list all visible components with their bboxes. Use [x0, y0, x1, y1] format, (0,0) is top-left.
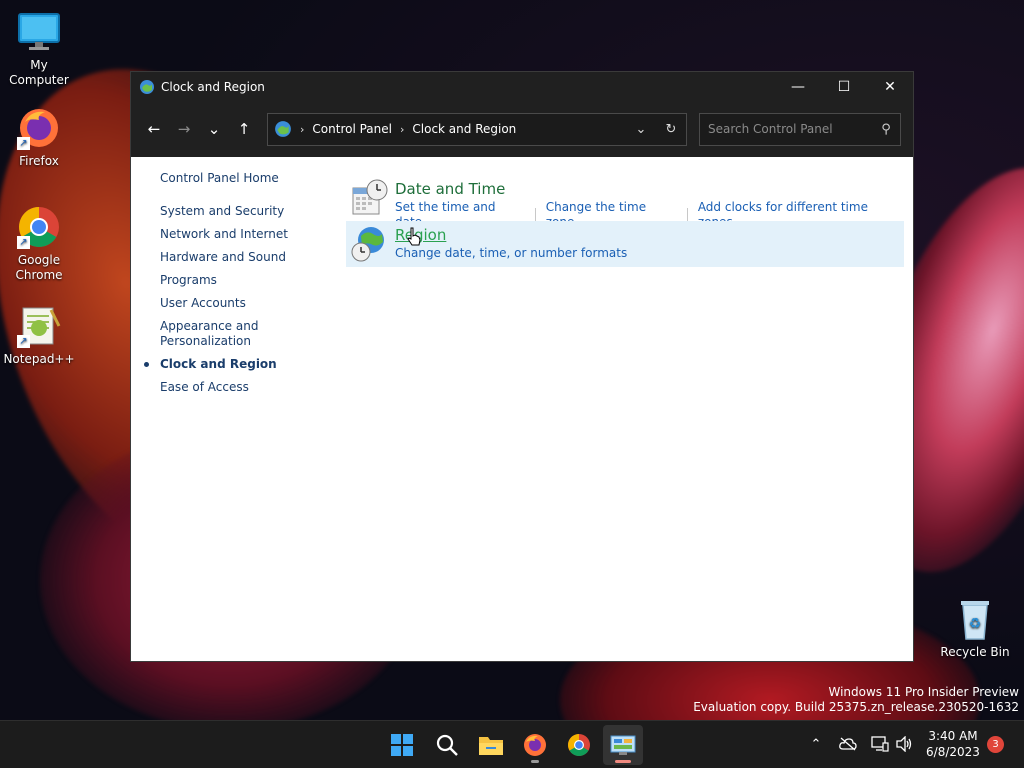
running-indicator: [531, 760, 539, 763]
desktop-icon-google-chrome[interactable]: ↗ Google Chrome: [1, 205, 77, 283]
refresh-button[interactable]: ↻: [656, 114, 686, 145]
chrome-icon: ↗: [17, 205, 61, 249]
tray-volume[interactable]: [893, 733, 915, 755]
notification-badge[interactable]: 3: [987, 736, 1004, 753]
minimize-icon: —: [791, 78, 805, 95]
desktop-icon-firefox[interactable]: ↗ Firefox: [1, 106, 77, 169]
window-title: Clock and Region: [161, 79, 265, 94]
search-icon[interactable]: ⚲: [872, 122, 900, 137]
taskbar-control-panel[interactable]: [603, 725, 643, 765]
desktop-icon-recycle-bin[interactable]: ♻ Recycle Bin: [937, 597, 1013, 660]
tray-network[interactable]: [869, 733, 891, 755]
back-button[interactable]: ←: [139, 114, 169, 144]
desktop-icon-label: Notepad++: [3, 352, 75, 366]
date-time-icon: [352, 179, 388, 215]
taskbar-search-button[interactable]: [427, 725, 467, 765]
recent-locations-button[interactable]: ⌄: [199, 114, 229, 144]
forward-button[interactable]: →: [169, 114, 199, 144]
show-hidden-icons-button[interactable]: ⌃: [805, 733, 827, 755]
svg-text:♻: ♻: [969, 616, 982, 632]
search-box[interactable]: ⚲: [699, 112, 901, 146]
network-icon: [871, 736, 889, 752]
sidebar-item-hardware-and-sound[interactable]: Hardware and Sound: [160, 250, 331, 265]
firefox-icon: ↗: [17, 106, 61, 150]
recycle-bin-icon: ♻: [953, 597, 997, 641]
start-icon: [391, 734, 413, 756]
taskbar-firefox[interactable]: [515, 725, 555, 765]
sidebar-item-clock-and-region: Clock and Region: [144, 357, 331, 372]
back-arrow-icon: ←: [147, 120, 161, 138]
file-explorer-icon: [479, 737, 503, 755]
watermark-line-2: Evaluation copy. Build 25375.zn_release.…: [693, 700, 1019, 714]
chrome-icon: [568, 734, 590, 756]
sidebar-item-programs[interactable]: Programs: [160, 273, 331, 288]
taskbar-chrome[interactable]: [559, 725, 599, 765]
chevron-up-icon: ⌃: [810, 736, 822, 752]
watermark-line-1: Windows 11 Pro Insider Preview: [828, 685, 1019, 699]
control-panel-app-icon: [140, 79, 154, 94]
desktop-icon-label: My Computer: [9, 58, 69, 87]
control-panel-window: Clock and Region — ☐ ✕ ← → ⌄ ↑ › Control…: [130, 71, 914, 662]
desktop-icon-label: Google Chrome: [15, 253, 63, 282]
refresh-icon: ↻: [665, 121, 677, 137]
sidebar-item-ease-of-access[interactable]: Ease of Access: [160, 380, 331, 395]
close-button[interactable]: ✕: [867, 72, 913, 101]
breadcrumb-control-panel[interactable]: Control Panel: [312, 122, 392, 136]
title-bar[interactable]: Clock and Region — ☐ ✕: [131, 72, 913, 101]
maximize-icon: ☐: [837, 78, 851, 95]
notepadpp-icon: ↗: [17, 304, 61, 348]
date-and-time-link[interactable]: Date and Time: [395, 180, 904, 199]
breadcrumb-separator: ›: [399, 122, 405, 136]
chevron-down-icon: ⌄: [207, 120, 221, 138]
sidebar-item-user-accounts[interactable]: User Accounts: [160, 296, 331, 311]
clock-date: 6/8/2023: [926, 745, 980, 759]
minimize-button[interactable]: —: [775, 72, 821, 101]
desktop-icon-label: Firefox: [19, 154, 59, 168]
up-arrow-icon: ↑: [237, 120, 251, 138]
address-history-dropdown[interactable]: ⌄: [626, 114, 656, 145]
breadcrumb-clock-and-region[interactable]: Clock and Region: [412, 122, 516, 136]
cloud-offline-icon: [839, 737, 857, 751]
maximize-button[interactable]: ☐: [821, 72, 867, 101]
windows-watermark: Windows 11 Pro Insider Preview Evaluatio…: [693, 685, 1019, 715]
region-link[interactable]: Region: [395, 226, 627, 245]
sidebar-item-appearance-and-personalization[interactable]: Appearance and Personalization: [160, 319, 270, 349]
up-button[interactable]: ↑: [229, 114, 259, 144]
control-panel-location-icon: [275, 121, 291, 137]
speaker-icon: [896, 736, 912, 752]
taskbar-file-explorer[interactable]: [471, 725, 511, 765]
address-bar[interactable]: › Control Panel › Clock and Region ⌄ ↻: [267, 112, 687, 146]
firefox-icon: [524, 734, 546, 756]
close-icon: ✕: [884, 78, 896, 95]
taskbar-clock[interactable]: 3:40 AM 6/8/2023: [922, 728, 984, 760]
search-input[interactable]: [708, 122, 872, 136]
active-indicator: [615, 760, 631, 763]
taskbar-start-button[interactable]: [382, 725, 422, 765]
category-region: Region Change date, time, or number form…: [346, 221, 904, 267]
change-formats-link[interactable]: Change date, time, or number formats: [395, 246, 627, 261]
content-area: Control Panel Home System and Security N…: [131, 157, 913, 661]
left-navigation: Control Panel Home System and Security N…: [131, 157, 331, 403]
monitor-icon: [17, 10, 61, 54]
breadcrumb-separator: ›: [300, 122, 305, 136]
forward-arrow-icon: →: [177, 120, 191, 138]
desktop-icon-my-computer[interactable]: My Computer: [1, 10, 77, 88]
hand-cursor-icon: [407, 227, 421, 246]
taskbar: ⌃ 3:40 AM 6/8/2023 3: [0, 720, 1024, 768]
desktop-icon-notepadpp[interactable]: ↗ Notepad++: [1, 304, 77, 367]
chevron-down-icon: ⌄: [635, 121, 647, 137]
region-globe-icon: [351, 227, 384, 262]
category-date-and-time: Date and Time Set the time and date Chan…: [346, 175, 904, 229]
clock-time: 3:40 AM: [928, 729, 978, 743]
sidebar-item-system-and-security[interactable]: System and Security: [160, 204, 331, 219]
tray-onedrive[interactable]: [837, 733, 859, 755]
control-panel-icon: [610, 735, 636, 755]
desktop-icon-label: Recycle Bin: [940, 645, 1010, 659]
sidebar-item-control-panel-home[interactable]: Control Panel Home: [160, 171, 331, 186]
navigation-bar: ← → ⌄ ↑ › Control Panel › Clock and Regi…: [131, 101, 913, 157]
search-icon: [436, 734, 458, 756]
sidebar-item-network-and-internet[interactable]: Network and Internet: [160, 227, 331, 242]
